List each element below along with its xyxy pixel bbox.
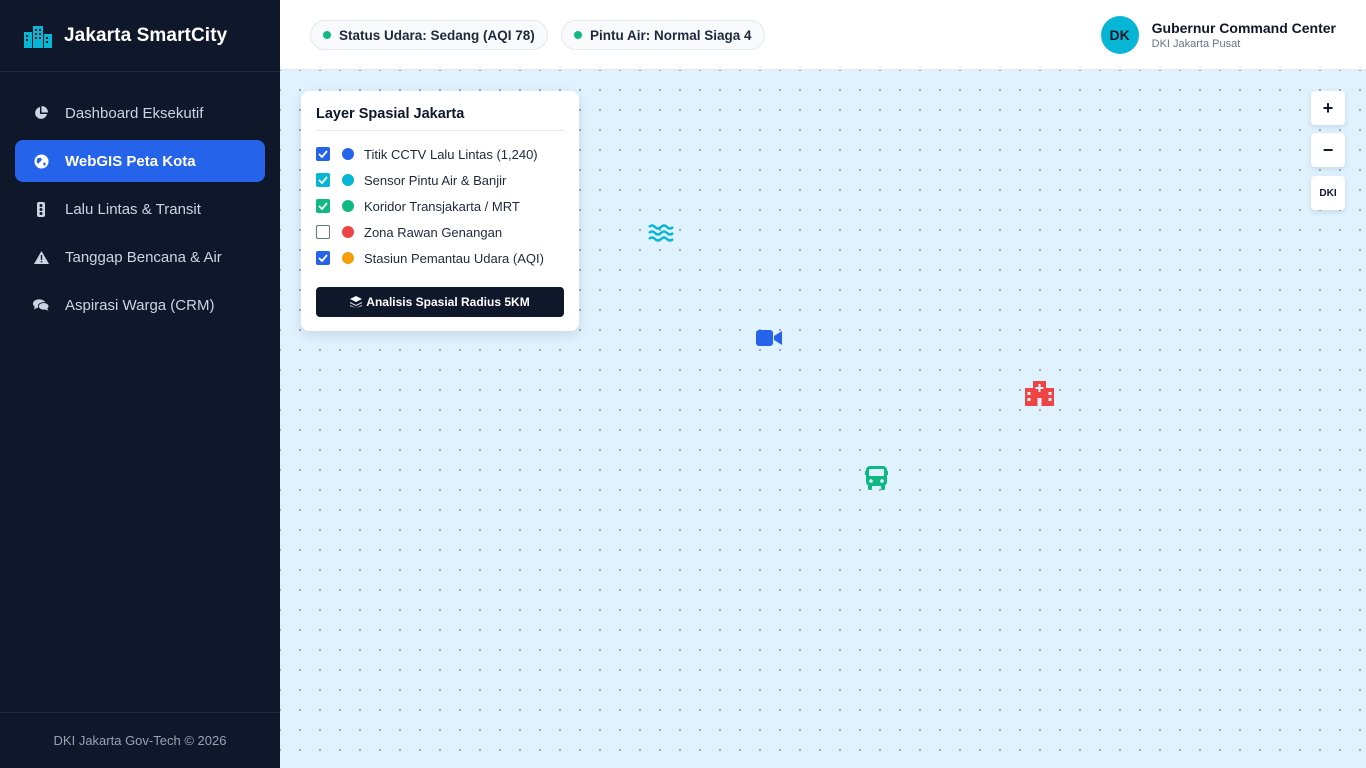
layer-item-flood-zone[interactable]: Zona Rawan Genangan bbox=[316, 219, 564, 245]
air-quality-status-badge: Status Udara: Sedang (AQI 78) bbox=[310, 20, 548, 50]
pie-chart-icon bbox=[33, 105, 49, 121]
layer-checkbox[interactable] bbox=[316, 173, 330, 187]
layers-icon bbox=[350, 296, 363, 308]
layer-label: Titik CCTV Lalu Lintas (1,240) bbox=[364, 146, 538, 162]
reset-view-button[interactable]: DKI bbox=[1311, 176, 1345, 210]
bus-icon bbox=[865, 466, 888, 490]
warning-icon bbox=[33, 249, 49, 265]
sidebar-nav: Dashboard Eksekutif WebGIS Peta Kota Lal… bbox=[0, 72, 280, 352]
avatar[interactable]: DK bbox=[1100, 16, 1139, 54]
water-sensor-marker[interactable] bbox=[648, 224, 674, 247]
layer-panel: Layer Spasial Jakarta Titik CCTV Lalu Li… bbox=[301, 91, 579, 331]
layer-item-transit[interactable]: Koridor Transjakarta / MRT bbox=[316, 193, 564, 219]
user-name: Gubernur Command Center bbox=[1151, 20, 1336, 36]
legend-dot bbox=[342, 252, 354, 264]
hospital-marker[interactable] bbox=[1025, 381, 1054, 411]
sidebar-footer: DKI Jakarta Gov-Tech © 2026 bbox=[0, 712, 280, 768]
bus-marker[interactable] bbox=[865, 466, 888, 495]
air-quality-status-text: Status Udara: Sedang (AQI 78) bbox=[339, 27, 535, 43]
sidebar-item-crm[interactable]: Aspirasi Warga (CRM) bbox=[15, 284, 265, 326]
comments-icon bbox=[33, 297, 49, 313]
floodgate-status-badge: Pintu Air: Normal Siaga 4 bbox=[561, 20, 765, 50]
legend-dot bbox=[342, 200, 354, 212]
legend-dot bbox=[342, 148, 354, 160]
sidebar-item-disaster[interactable]: Tanggap Bencana & Air bbox=[15, 236, 265, 278]
sidebar-item-webgis[interactable]: WebGIS Peta Kota bbox=[15, 140, 265, 182]
sidebar-item-dashboard[interactable]: Dashboard Eksekutif bbox=[15, 92, 265, 134]
brand[interactable]: Jakarta SmartCity bbox=[0, 0, 280, 72]
layer-panel-title: Layer Spasial Jakarta bbox=[316, 106, 564, 131]
spatial-analysis-label: Analisis Spasial Radius 5KM bbox=[366, 295, 530, 309]
map-canvas[interactable]: Layer Spasial Jakarta Titik CCTV Lalu Li… bbox=[280, 70, 1366, 768]
sidebar-item-label: Lalu Lintas & Transit bbox=[65, 200, 201, 218]
layer-label: Koridor Transjakarta / MRT bbox=[364, 198, 520, 214]
topbar: Status Udara: Sedang (AQI 78) Pintu Air:… bbox=[280, 0, 1366, 70]
layer-item-floodgate[interactable]: Sensor Pintu Air & Banjir bbox=[316, 167, 564, 193]
sidebar: Jakarta SmartCity Dashboard Eksekutif We… bbox=[0, 0, 280, 768]
layer-checkbox[interactable] bbox=[316, 147, 330, 161]
video-camera-icon bbox=[756, 330, 782, 346]
user-subtitle: DKI Jakarta Pusat bbox=[1151, 38, 1241, 50]
water-waves-icon bbox=[648, 224, 674, 242]
user-profile[interactable]: DK Gubernur Command Center DKI Jakarta P… bbox=[1100, 16, 1336, 54]
sidebar-item-label: Aspirasi Warga (CRM) bbox=[65, 296, 215, 314]
cctv-marker[interactable] bbox=[756, 329, 782, 352]
layer-item-aqi[interactable]: Stasiun Pemantau Udara (AQI) bbox=[316, 245, 564, 271]
layer-checkbox[interactable] bbox=[316, 225, 330, 239]
zoom-in-button[interactable]: + bbox=[1311, 91, 1345, 125]
layer-label: Zona Rawan Genangan bbox=[364, 224, 503, 240]
brand-title: Jakarta SmartCity bbox=[64, 24, 228, 46]
sidebar-item-label: WebGIS Peta Kota bbox=[65, 152, 196, 170]
traffic-light-icon bbox=[33, 201, 49, 217]
zoom-out-button[interactable]: − bbox=[1311, 133, 1345, 167]
sidebar-item-label: Dashboard Eksekutif bbox=[65, 104, 204, 122]
floodgate-status-text: Pintu Air: Normal Siaga 4 bbox=[590, 27, 752, 43]
sidebar-item-traffic[interactable]: Lalu Lintas & Transit bbox=[15, 188, 265, 230]
layer-checkbox[interactable] bbox=[316, 199, 330, 213]
city-buildings-icon bbox=[24, 25, 52, 48]
legend-dot bbox=[342, 174, 354, 186]
spatial-analysis-button[interactable]: Analisis Spasial Radius 5KM bbox=[316, 287, 564, 317]
layer-item-cctv[interactable]: Titik CCTV Lalu Lintas (1,240) bbox=[316, 141, 564, 167]
legend-dot bbox=[342, 226, 354, 238]
status-dot bbox=[574, 31, 582, 39]
layer-checkbox[interactable] bbox=[316, 251, 330, 265]
globe-icon bbox=[33, 153, 49, 169]
layer-label: Sensor Pintu Air & Banjir bbox=[364, 172, 507, 188]
layer-label: Stasiun Pemantau Udara (AQI) bbox=[364, 250, 544, 266]
status-dot bbox=[323, 31, 331, 39]
sidebar-item-label: Tanggap Bencana & Air bbox=[65, 248, 222, 266]
hospital-icon bbox=[1025, 381, 1054, 406]
